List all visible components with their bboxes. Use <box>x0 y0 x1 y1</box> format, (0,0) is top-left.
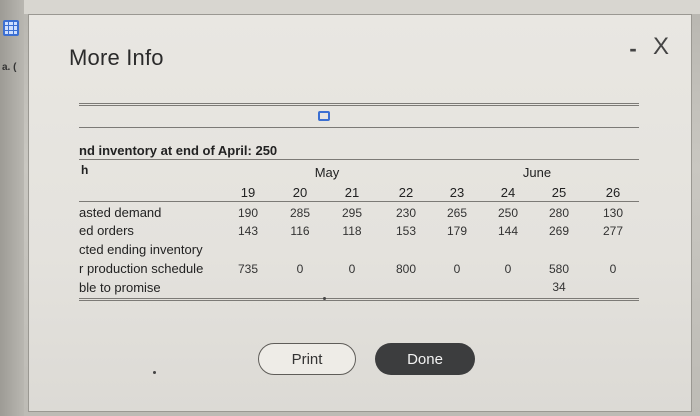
table-cell: 116 <box>290 224 310 238</box>
table-cell: 269 <box>548 224 570 238</box>
table-cell: 190 <box>237 206 259 220</box>
column-header: 20 <box>292 185 308 200</box>
column-header: 24 <box>500 185 516 200</box>
background-question-label: a. ( <box>2 62 17 73</box>
month-june: June <box>522 165 552 180</box>
row-label: ed orders <box>79 223 134 238</box>
done-button[interactable]: Done <box>375 343 475 375</box>
table-cell: 280 <box>548 206 570 220</box>
minimize-icon[interactable]: - <box>625 38 641 60</box>
table-cell: 0 <box>453 262 461 276</box>
table-cell: 0 <box>504 262 512 276</box>
row-label: r production schedule <box>79 261 204 276</box>
table-divider <box>79 159 639 160</box>
table-cell: 130 <box>602 206 624 220</box>
column-header: 23 <box>449 185 465 200</box>
table-divider <box>79 201 639 202</box>
table-top-border <box>79 103 639 104</box>
decorative-dot <box>323 297 326 300</box>
background-top-bar <box>0 0 700 14</box>
column-header: 26 <box>605 185 621 200</box>
row-label: ble to promise <box>79 280 161 295</box>
column-header: 19 <box>240 185 256 200</box>
table-first-column-glyph: h <box>81 163 89 177</box>
table-cell: 285 <box>289 206 311 220</box>
more-info-dialog: More Info - X nd inventory at end of Apr… <box>28 14 692 412</box>
table-bottom-border-inner <box>79 300 639 301</box>
table-cell: 277 <box>602 224 624 238</box>
table-cell: 34 <box>552 280 566 294</box>
table-cell: 0 <box>296 262 304 276</box>
table-cell: 179 <box>446 224 468 238</box>
table-cell: 118 <box>342 224 362 238</box>
decorative-dot <box>153 371 156 374</box>
table-top-border-inner <box>79 105 639 106</box>
row-label: cted ending inventory <box>79 242 203 257</box>
table-header-inventory: nd inventory at end of April: 250 <box>79 143 278 158</box>
table-cell: 153 <box>395 224 417 238</box>
table-cell: 230 <box>395 206 417 220</box>
table-bottom-border <box>79 298 639 299</box>
column-header: 21 <box>344 185 360 200</box>
row-label: asted demand <box>79 205 162 220</box>
table-cell: 0 <box>348 262 356 276</box>
grid-icon[interactable] <box>3 20 19 36</box>
table-cell: 0 <box>609 262 617 276</box>
column-header: 25 <box>551 185 567 200</box>
table-cell: 143 <box>237 224 259 238</box>
print-button[interactable]: Print <box>258 343 356 375</box>
table-cell: 735 <box>237 262 259 276</box>
table-cell: 580 <box>548 262 570 276</box>
table-cell: 265 <box>446 206 468 220</box>
table-cell: 250 <box>497 206 519 220</box>
info-table: nd inventory at end of April: 250 h May … <box>79 103 639 301</box>
table-divider <box>79 127 639 128</box>
table-cell: 144 <box>497 224 519 238</box>
dialog-title: More Info <box>69 45 164 70</box>
table-cell: 800 <box>395 262 417 276</box>
month-may: May <box>314 165 340 180</box>
table-cell: 295 <box>341 206 363 220</box>
column-header: 22 <box>398 185 414 200</box>
close-icon[interactable]: X <box>653 35 669 59</box>
